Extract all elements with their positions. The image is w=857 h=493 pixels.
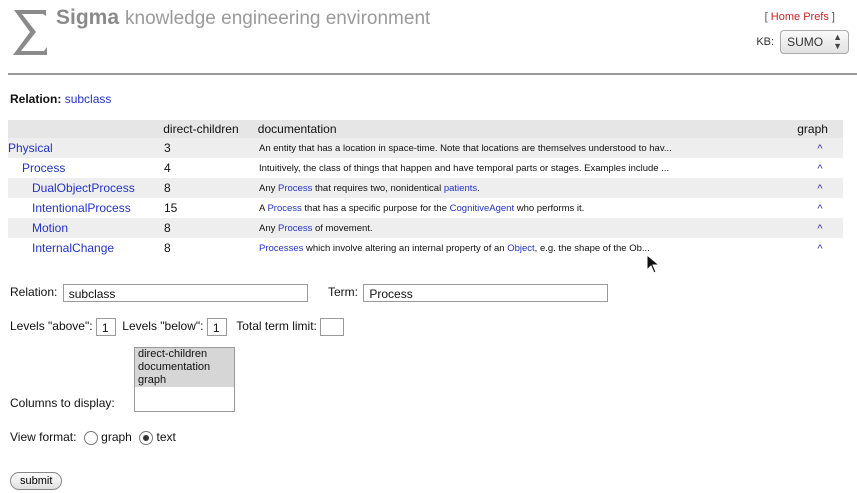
view-text-radio[interactable]	[139, 430, 154, 445]
table-row: Physical 3 An entity that has a location i…	[8, 138, 843, 158]
total-limit-input[interactable]	[320, 318, 345, 336]
term-link[interactable]: Motion	[8, 221, 68, 235]
term-link[interactable]: InternalChange	[8, 241, 114, 255]
doc-text: Any	[259, 222, 279, 234]
prefs-link[interactable]: Prefs	[803, 11, 829, 23]
table-row: InternalChange 8 Processes which involve a…	[8, 238, 843, 258]
child-count: 8	[164, 241, 171, 255]
term-link[interactable]: IntentionalProcess	[8, 201, 131, 215]
child-count: 15	[164, 201, 178, 215]
levels-above-input[interactable]: 1	[95, 318, 116, 336]
child-count: 3	[164, 141, 171, 155]
doc-text: , e.g. the shape of the Ob...	[534, 242, 650, 254]
child-count: 8	[164, 221, 171, 235]
doc-text: .	[477, 182, 480, 194]
app-title: Sigma knowledge engineering environment	[56, 6, 430, 30]
sigma-logo-icon	[13, 10, 47, 55]
doc-term-link[interactable]: Process	[267, 203, 301, 214]
doc-term-link[interactable]: Processes	[259, 243, 303, 254]
doc-text: of movement.	[312, 222, 373, 234]
graph-caret-link[interactable]: ^	[817, 203, 822, 215]
table-body: Physical 3 An entity that has a location i…	[8, 138, 843, 258]
doc-term-link[interactable]: patients	[444, 183, 477, 194]
view-text-label: text	[156, 430, 176, 444]
graph-caret-link[interactable]: ^	[817, 183, 822, 195]
kb-value: SUMO	[787, 35, 824, 49]
table-row: Process 4 Intuitively, the class of things…	[8, 158, 843, 178]
table-row: IntentionalProcess 15 A Process that has a…	[8, 198, 843, 218]
app-tagline: knowledge engineering environment	[125, 8, 431, 29]
relation-heading-label: Relation:	[10, 92, 62, 106]
submit-button[interactable]: submit	[10, 472, 63, 490]
documentation-cell: Intuitively, the class of things that ha…	[259, 162, 670, 174]
view-graph-radio[interactable]	[83, 430, 98, 445]
columns-label: Columns to display:	[10, 396, 115, 410]
table-row: Motion 8 Any Process of movement. ^	[8, 218, 843, 238]
documentation-cell: A Process that has a specific purpose fo…	[259, 203, 797, 214]
relation-heading-link[interactable]: subclass	[65, 92, 112, 106]
doc-text: Any	[259, 182, 279, 194]
view-format-label: View format:	[10, 430, 77, 444]
doc-term-link[interactable]: CognitiveAgent	[450, 203, 514, 214]
view-graph-label: graph	[101, 430, 132, 444]
term-input[interactable]: Process	[363, 284, 609, 302]
doc-term-link[interactable]: Process	[278, 223, 312, 234]
term-link[interactable]: DualObjectProcess	[8, 181, 135, 195]
columns-option[interactable]: documentation	[135, 361, 234, 374]
brand-name: Sigma	[56, 6, 120, 29]
documentation-cell: An entity that has a location in space-t…	[259, 142, 672, 154]
doc-text: who performs it.	[514, 202, 585, 214]
results-table: direct-children documentation graph Phys…	[8, 120, 843, 258]
documentation-cell: Any Process of movement.	[259, 223, 797, 234]
chevron-updown-icon: ▲ ▼	[833, 32, 842, 51]
graph-caret-link[interactable]: ^	[817, 223, 822, 235]
col-graph: graph	[797, 122, 828, 136]
doc-text: that has a specific purpose for the	[301, 202, 450, 214]
child-count: 4	[164, 161, 171, 175]
columns-option[interactable]: graph	[135, 374, 234, 387]
term-link[interactable]: Process	[8, 161, 65, 175]
table-row: DualObjectProcess 8 Any Process that requi…	[8, 178, 843, 198]
documentation-cell: Any Process that requires two, nonidenti…	[259, 183, 797, 194]
header-divider	[8, 73, 857, 75]
home-link[interactable]: Home	[771, 11, 800, 23]
table-header: direct-children documentation graph	[8, 120, 843, 138]
col-documentation: documentation	[257, 122, 337, 136]
graph-caret-link[interactable]: ^	[817, 163, 822, 175]
kb-selector: KB: SUMO ▲ ▼	[756, 30, 849, 54]
top-links: [ Home Prefs ]	[764, 11, 835, 23]
graph-caret-link[interactable]: ^	[817, 143, 822, 155]
kb-label: KB:	[756, 36, 775, 48]
doc-term-link[interactable]: Process	[278, 183, 312, 194]
total-limit-label: Total term limit:	[236, 319, 317, 334]
doc-term-link[interactable]: Object	[507, 243, 534, 254]
columns-listbox[interactable]: direct-children documentation graph	[134, 347, 235, 412]
mouse-cursor-icon	[646, 254, 660, 274]
relation-label: Relation:	[10, 285, 58, 300]
doc-text: which involve altering an internal prope…	[303, 242, 508, 254]
levels-above-label: Levels "above":	[10, 319, 93, 334]
kb-dropdown[interactable]: SUMO ▲ ▼	[780, 30, 849, 54]
documentation-cell: Processes which involve altering an inte…	[259, 243, 797, 254]
child-count: 8	[164, 181, 171, 195]
columns-option[interactable]: direct-children	[135, 348, 234, 361]
term-label: Term:	[328, 285, 358, 300]
term-link[interactable]: Physical	[8, 141, 53, 155]
levels-below-label: Levels "below":	[122, 319, 204, 334]
relation-heading: Relation: subclass	[10, 92, 111, 106]
col-direct-children: direct-children	[163, 122, 239, 136]
levels-below-input[interactable]: 1	[206, 318, 227, 336]
doc-text: that requires two, nonidentical	[312, 182, 444, 194]
graph-caret-link[interactable]: ^	[817, 243, 822, 255]
relation-input[interactable]: subclass	[62, 284, 308, 302]
